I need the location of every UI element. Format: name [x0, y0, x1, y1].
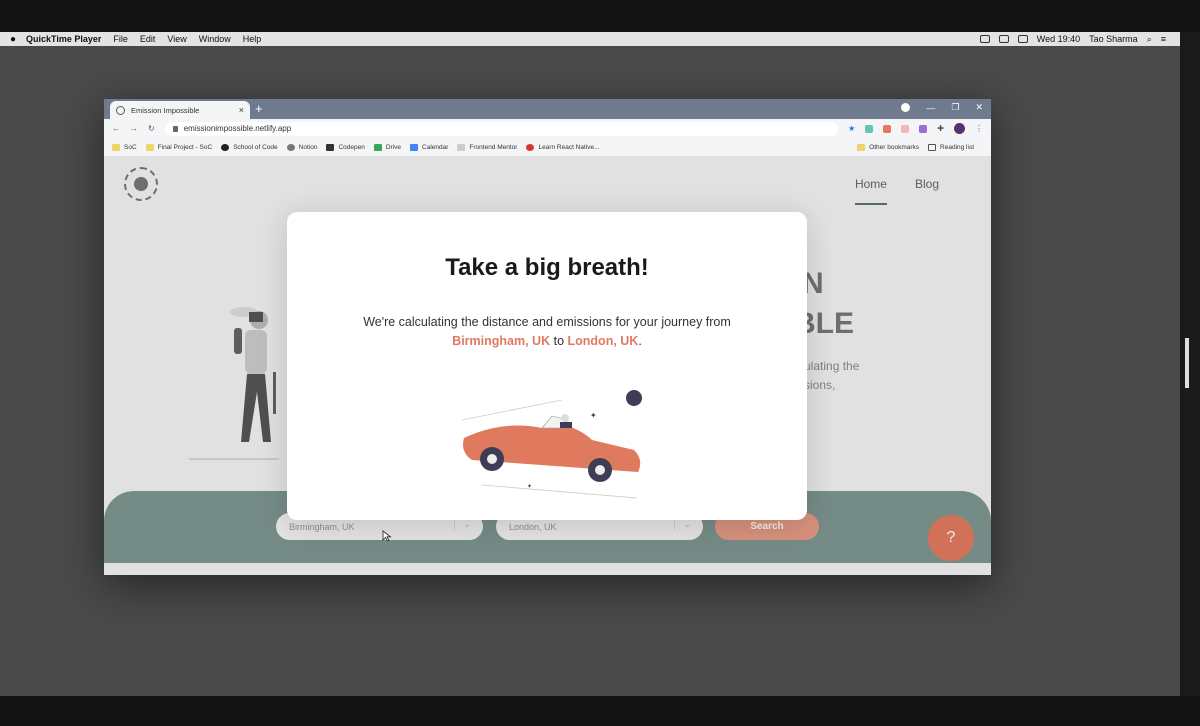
notion-icon	[286, 143, 295, 151]
menu-help[interactable]: Help	[243, 34, 262, 44]
bookmark-label: Frontend Mentor	[469, 143, 518, 151]
web-page: Home Blog N BLE ulating the sions, Birmi…	[104, 157, 991, 575]
menu-edit[interactable]: Edit	[140, 34, 156, 44]
extension-icon[interactable]	[865, 124, 874, 133]
bookmark-label: Other bookmarks	[869, 143, 920, 151]
battery-icon[interactable]	[998, 35, 1009, 43]
menu-app-name[interactable]: QuickTime Player	[26, 34, 101, 44]
bookmark-item[interactable]: Learn React Native...	[526, 143, 600, 151]
wifi-icon[interactable]	[1017, 35, 1028, 43]
minimize-icon[interactable]: —	[926, 103, 935, 113]
calendar-icon	[410, 143, 419, 151]
journey-connector: to	[553, 334, 565, 348]
reload-icon[interactable]: ↻	[148, 124, 155, 133]
bookmark-label: Drive	[385, 143, 402, 151]
window-controls: — ❐ ✕	[901, 102, 983, 113]
close-tab-icon[interactable]: ×	[239, 105, 244, 115]
bookmark-label: Calendar	[422, 143, 449, 151]
codepen-icon	[326, 143, 335, 151]
avatar[interactable]	[954, 123, 965, 134]
back-icon[interactable]: ←	[112, 124, 120, 133]
bookmark-label: Codepen	[338, 143, 365, 151]
react-icon	[526, 143, 535, 151]
other-bookmarks[interactable]: Other bookmarks	[857, 143, 920, 151]
journey-from: Birmingham, UK	[452, 334, 551, 348]
bookmarks-bar: SoC Final Project - SoC School of Code N…	[104, 138, 991, 157]
modal-title: Take a big breath!	[445, 254, 649, 281]
svg-text:✦: ✦	[527, 483, 532, 490]
browser-toolbar: ← → ↻ emissionimpossible.netlify.app ★ ✚…	[104, 119, 991, 138]
bookmark-label: Reading list	[940, 143, 974, 151]
menu-clock[interactable]: Wed 19:40	[1037, 34, 1080, 44]
address-bar[interactable]: emissionimpossible.netlify.app	[164, 121, 839, 136]
car-illustration: ✦ ✦	[461, 390, 642, 499]
bookmark-item[interactable]: Frontend Mentor	[457, 143, 518, 151]
browser-window: Emission Impossible × + — ❐ ✕ ← → ↻ emis…	[104, 99, 991, 575]
bookmark-label: Learn React Native...	[538, 143, 600, 151]
search-icon[interactable]: ⌕	[1147, 34, 1152, 45]
reading-list-icon	[928, 143, 937, 151]
modal-journey: Birmingham, UK to London, UK.	[287, 334, 807, 348]
journey-end: .	[638, 334, 642, 348]
lock-icon	[172, 125, 178, 132]
forward-icon[interactable]: →	[130, 124, 138, 133]
github-icon	[221, 143, 230, 151]
bookmarks-right: Other bookmarks Reading list	[857, 143, 983, 151]
extension-icon[interactable]	[919, 124, 928, 133]
mouse-cursor-icon	[382, 530, 392, 542]
control-center-icon[interactable]: ≡	[1161, 34, 1166, 44]
loading-modal: Take a big breath! We're calculating the…	[287, 212, 807, 520]
bookmark-label: Notion	[298, 143, 318, 151]
drive-icon	[373, 143, 382, 151]
new-tab-icon[interactable]: +	[255, 101, 263, 116]
menu-view[interactable]: View	[167, 34, 186, 44]
url-text: emissionimpossible.netlify.app	[183, 124, 292, 133]
folder-icon	[857, 143, 866, 151]
bookmark-item[interactable]: Notion	[286, 143, 318, 151]
close-window-icon[interactable]: ✕	[975, 102, 983, 113]
svg-text:✦: ✦	[590, 411, 597, 420]
bookmark-item[interactable]: Calendar	[410, 143, 449, 151]
star-icon[interactable]: ★	[848, 124, 855, 133]
screen: ● QuickTime Player File Edit View Window…	[0, 0, 1200, 726]
tab-strip: Emission Impossible × + — ❐ ✕	[104, 99, 991, 119]
browser-tab[interactable]: Emission Impossible ×	[110, 101, 250, 119]
tab-title: Emission Impossible	[131, 105, 200, 115]
menu-file[interactable]: File	[113, 34, 128, 44]
extension-icon[interactable]	[883, 124, 892, 133]
bookmark-item[interactable]: School of Code	[221, 143, 278, 151]
scroll-indicator[interactable]	[1185, 338, 1189, 388]
bookmark-label: Final Project - SoC	[157, 143, 213, 151]
record-icon[interactable]	[901, 103, 911, 112]
maximize-icon[interactable]: ❐	[951, 102, 959, 113]
extension-icon[interactable]	[901, 124, 910, 133]
menu-user[interactable]: Tao Sharma	[1089, 34, 1138, 44]
frontend-mentor-icon	[457, 143, 466, 151]
mac-menu-bar: ● QuickTime Player File Edit View Window…	[0, 32, 1180, 46]
site-favicon-icon	[116, 105, 125, 115]
puzzle-icon[interactable]: ✚	[937, 124, 944, 133]
more-icon[interactable]: ⋮	[975, 124, 983, 133]
modal-message: We're calculating the distance and emiss…	[363, 315, 731, 329]
apple-icon[interactable]: ●	[0, 34, 26, 45]
bookmark-label: School of Code	[233, 143, 278, 151]
bookmark-item[interactable]: Codepen	[326, 143, 365, 151]
bookmark-item[interactable]: Final Project - SoC	[145, 143, 213, 151]
bookmark-item[interactable]: SoC	[112, 143, 137, 151]
bookmark-label: SoC	[124, 143, 137, 151]
screen-record-icon[interactable]	[979, 35, 990, 43]
folder-icon	[145, 143, 154, 151]
menu-window[interactable]: Window	[199, 34, 231, 44]
folder-icon	[112, 143, 120, 151]
reading-list[interactable]: Reading list	[928, 143, 974, 151]
side-strip	[1180, 32, 1200, 696]
journey-to: London, UK	[567, 334, 639, 348]
bookmark-item[interactable]: Drive	[373, 143, 402, 151]
